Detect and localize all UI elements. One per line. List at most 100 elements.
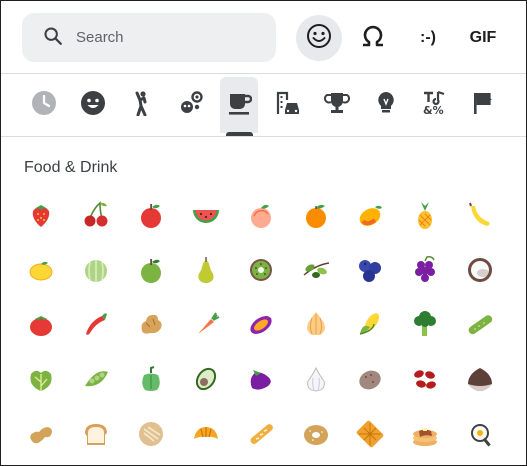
emoji-bagel[interactable] — [294, 412, 338, 456]
emoji-lemon[interactable] — [19, 248, 63, 292]
tab-food-drink[interactable] — [220, 77, 258, 136]
tab-symbols[interactable]: &% — [416, 77, 454, 133]
broccoli-icon — [414, 311, 437, 337]
emoji-waffle[interactable] — [348, 412, 392, 456]
emoji-broccoli[interactable] — [403, 302, 447, 346]
coffee-cup-icon — [226, 90, 253, 120]
emoji-sweet-potato[interactable] — [239, 302, 283, 346]
emoji-cherries[interactable] — [74, 193, 118, 237]
gif-label: GIF — [469, 29, 497, 46]
symbols-icon: &% — [422, 90, 448, 120]
emoji-melon[interactable] — [74, 248, 118, 292]
tab-flags[interactable] — [464, 77, 502, 133]
lightbulb-icon — [373, 90, 399, 120]
tab-travel[interactable] — [269, 77, 307, 133]
emoji-banana[interactable] — [458, 193, 502, 237]
emoji-peanuts[interactable] — [19, 412, 63, 456]
emoji-tomato[interactable] — [19, 302, 63, 346]
emoji-potato[interactable] — [348, 357, 392, 401]
emoji-pear[interactable] — [184, 248, 228, 292]
emoji-cucumber[interactable] — [458, 302, 502, 346]
emoji-baguette[interactable] — [239, 412, 283, 456]
emoji-eggplant[interactable] — [239, 357, 283, 401]
lemon-icon — [29, 261, 53, 281]
smiley-icon — [306, 23, 332, 53]
search-field[interactable]: Search — [22, 13, 276, 62]
emoji-red-apple[interactable] — [129, 193, 173, 237]
banana-icon — [469, 202, 490, 226]
emoji-pancakes[interactable] — [403, 412, 447, 456]
tab-recent[interactable] — [25, 77, 63, 133]
coconut-icon — [468, 257, 493, 282]
watermelon-icon — [192, 210, 219, 223]
picker-header: Search :-) GIF — [1, 1, 526, 73]
sweet-potato-icon — [249, 316, 272, 335]
symbols-mode-button[interactable] — [350, 15, 396, 61]
emoji-bread[interactable] — [74, 412, 118, 456]
pear-icon — [198, 256, 214, 283]
building-car-icon — [275, 90, 301, 120]
emoji-green-apple[interactable] — [129, 248, 173, 292]
flag-icon — [470, 90, 496, 120]
emoji-tangerine[interactable] — [294, 193, 338, 237]
emoji-corn[interactable] — [348, 302, 392, 346]
emoji-chestnut[interactable] — [458, 357, 502, 401]
emoticons-mode-button[interactable]: :-) — [405, 15, 451, 61]
emoji-peach[interactable] — [239, 193, 283, 237]
emoji-garlic[interactable] — [294, 357, 338, 401]
tab-people[interactable] — [123, 77, 161, 133]
eggplant-icon — [250, 370, 271, 390]
emoji-olive[interactable] — [294, 248, 338, 292]
emoji-flatbread[interactable] — [129, 412, 173, 456]
emoji-peas[interactable] — [74, 357, 118, 401]
emoji-croissant[interactable] — [184, 412, 228, 456]
peanuts-icon — [30, 426, 52, 444]
emoji-avocado[interactable] — [184, 357, 228, 401]
peach-icon — [250, 204, 271, 228]
emoji-mode-button[interactable] — [296, 15, 342, 61]
green-apple-icon — [140, 258, 161, 283]
emoji-carrot[interactable] — [184, 302, 228, 346]
emoji-kiwi[interactable] — [239, 248, 283, 292]
mango-icon — [360, 205, 383, 226]
emoji-coconut[interactable] — [458, 248, 502, 292]
croissant-icon — [193, 426, 218, 439]
gif-mode-button[interactable]: GIF — [460, 15, 506, 61]
category-tabs: &% — [1, 74, 526, 136]
potato-icon — [359, 370, 382, 390]
leafy-green-icon — [30, 370, 52, 392]
emoji-beans[interactable] — [403, 357, 447, 401]
strawberry-icon — [32, 205, 50, 227]
emoji-grapes[interactable] — [403, 248, 447, 292]
emoji-strawberry[interactable] — [19, 193, 63, 237]
baguette-icon — [250, 423, 273, 444]
tab-smileys[interactable] — [74, 77, 112, 133]
emoji-pineapple[interactable] — [403, 193, 447, 237]
section-title: Food & Drink — [24, 159, 118, 176]
bagel-icon — [303, 424, 328, 445]
smiley-face-icon — [80, 90, 106, 120]
tab-animals[interactable] — [172, 77, 210, 133]
tab-objects[interactable] — [367, 77, 405, 133]
pancakes-icon — [413, 427, 438, 446]
emoji-watermelon[interactable] — [184, 193, 228, 237]
tomato-icon — [30, 316, 52, 337]
tab-activities[interactable] — [318, 77, 356, 133]
emoji-ginger[interactable] — [129, 302, 173, 346]
emoji-leafy-green[interactable] — [19, 357, 63, 401]
olive-icon — [303, 261, 329, 278]
svg-text:&%: &% — [423, 104, 444, 116]
person-icon — [129, 90, 155, 120]
avocado-icon — [195, 367, 216, 391]
emoji-blueberries[interactable] — [348, 248, 392, 292]
search-input[interactable]: Search — [76, 29, 124, 46]
red-apple-icon — [140, 204, 161, 228]
search-icon — [42, 25, 64, 51]
bread-icon — [84, 423, 107, 445]
emoji-onion[interactable] — [294, 302, 338, 346]
emoji-hot-pepper[interactable] — [74, 302, 118, 346]
grapes-icon — [415, 255, 436, 282]
emoji-mango[interactable] — [348, 193, 392, 237]
emoji-bell-pepper[interactable] — [129, 357, 173, 401]
emoji-fried-egg[interactable] — [458, 412, 502, 456]
